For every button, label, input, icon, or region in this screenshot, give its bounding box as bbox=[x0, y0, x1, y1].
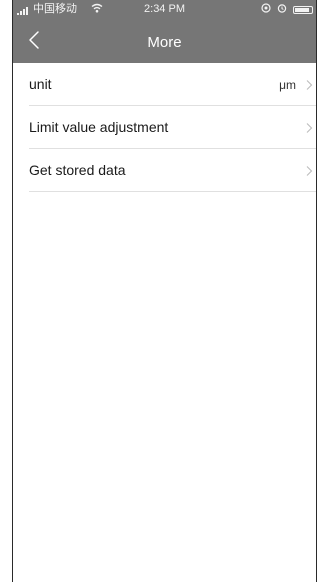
unit-value: μm bbox=[279, 78, 296, 92]
location-icon bbox=[261, 3, 271, 16]
device-frame-right bbox=[316, 0, 329, 582]
divider bbox=[29, 191, 316, 192]
navigation-header: 中国移动 2:34 PM More bbox=[13, 0, 316, 63]
settings-item-label: Get stored data bbox=[29, 162, 126, 178]
status-bar: 中国移动 2:34 PM bbox=[13, 0, 316, 20]
settings-item-label: unit bbox=[29, 76, 52, 92]
chevron-right-icon bbox=[302, 121, 316, 135]
settings-item-unit[interactable]: unit μm bbox=[13, 63, 316, 106]
alarm-icon bbox=[277, 3, 287, 16]
chevron-right-icon bbox=[302, 78, 316, 92]
settings-item-get-stored-data[interactable]: Get stored data bbox=[13, 149, 316, 192]
battery-icon bbox=[293, 5, 313, 14]
screen: 中国移动 2:34 PM More unit μm Limit value ad… bbox=[13, 0, 316, 582]
settings-item-limit-value-adjustment[interactable]: Limit value adjustment bbox=[13, 106, 316, 149]
status-icons bbox=[261, 3, 313, 16]
chevron-right-icon bbox=[302, 164, 316, 178]
settings-list: unit μm Limit value adjustment Get store… bbox=[13, 63, 316, 192]
settings-item-label: Limit value adjustment bbox=[29, 119, 169, 135]
page-title: More bbox=[147, 34, 182, 51]
device-frame-left bbox=[0, 0, 13, 582]
